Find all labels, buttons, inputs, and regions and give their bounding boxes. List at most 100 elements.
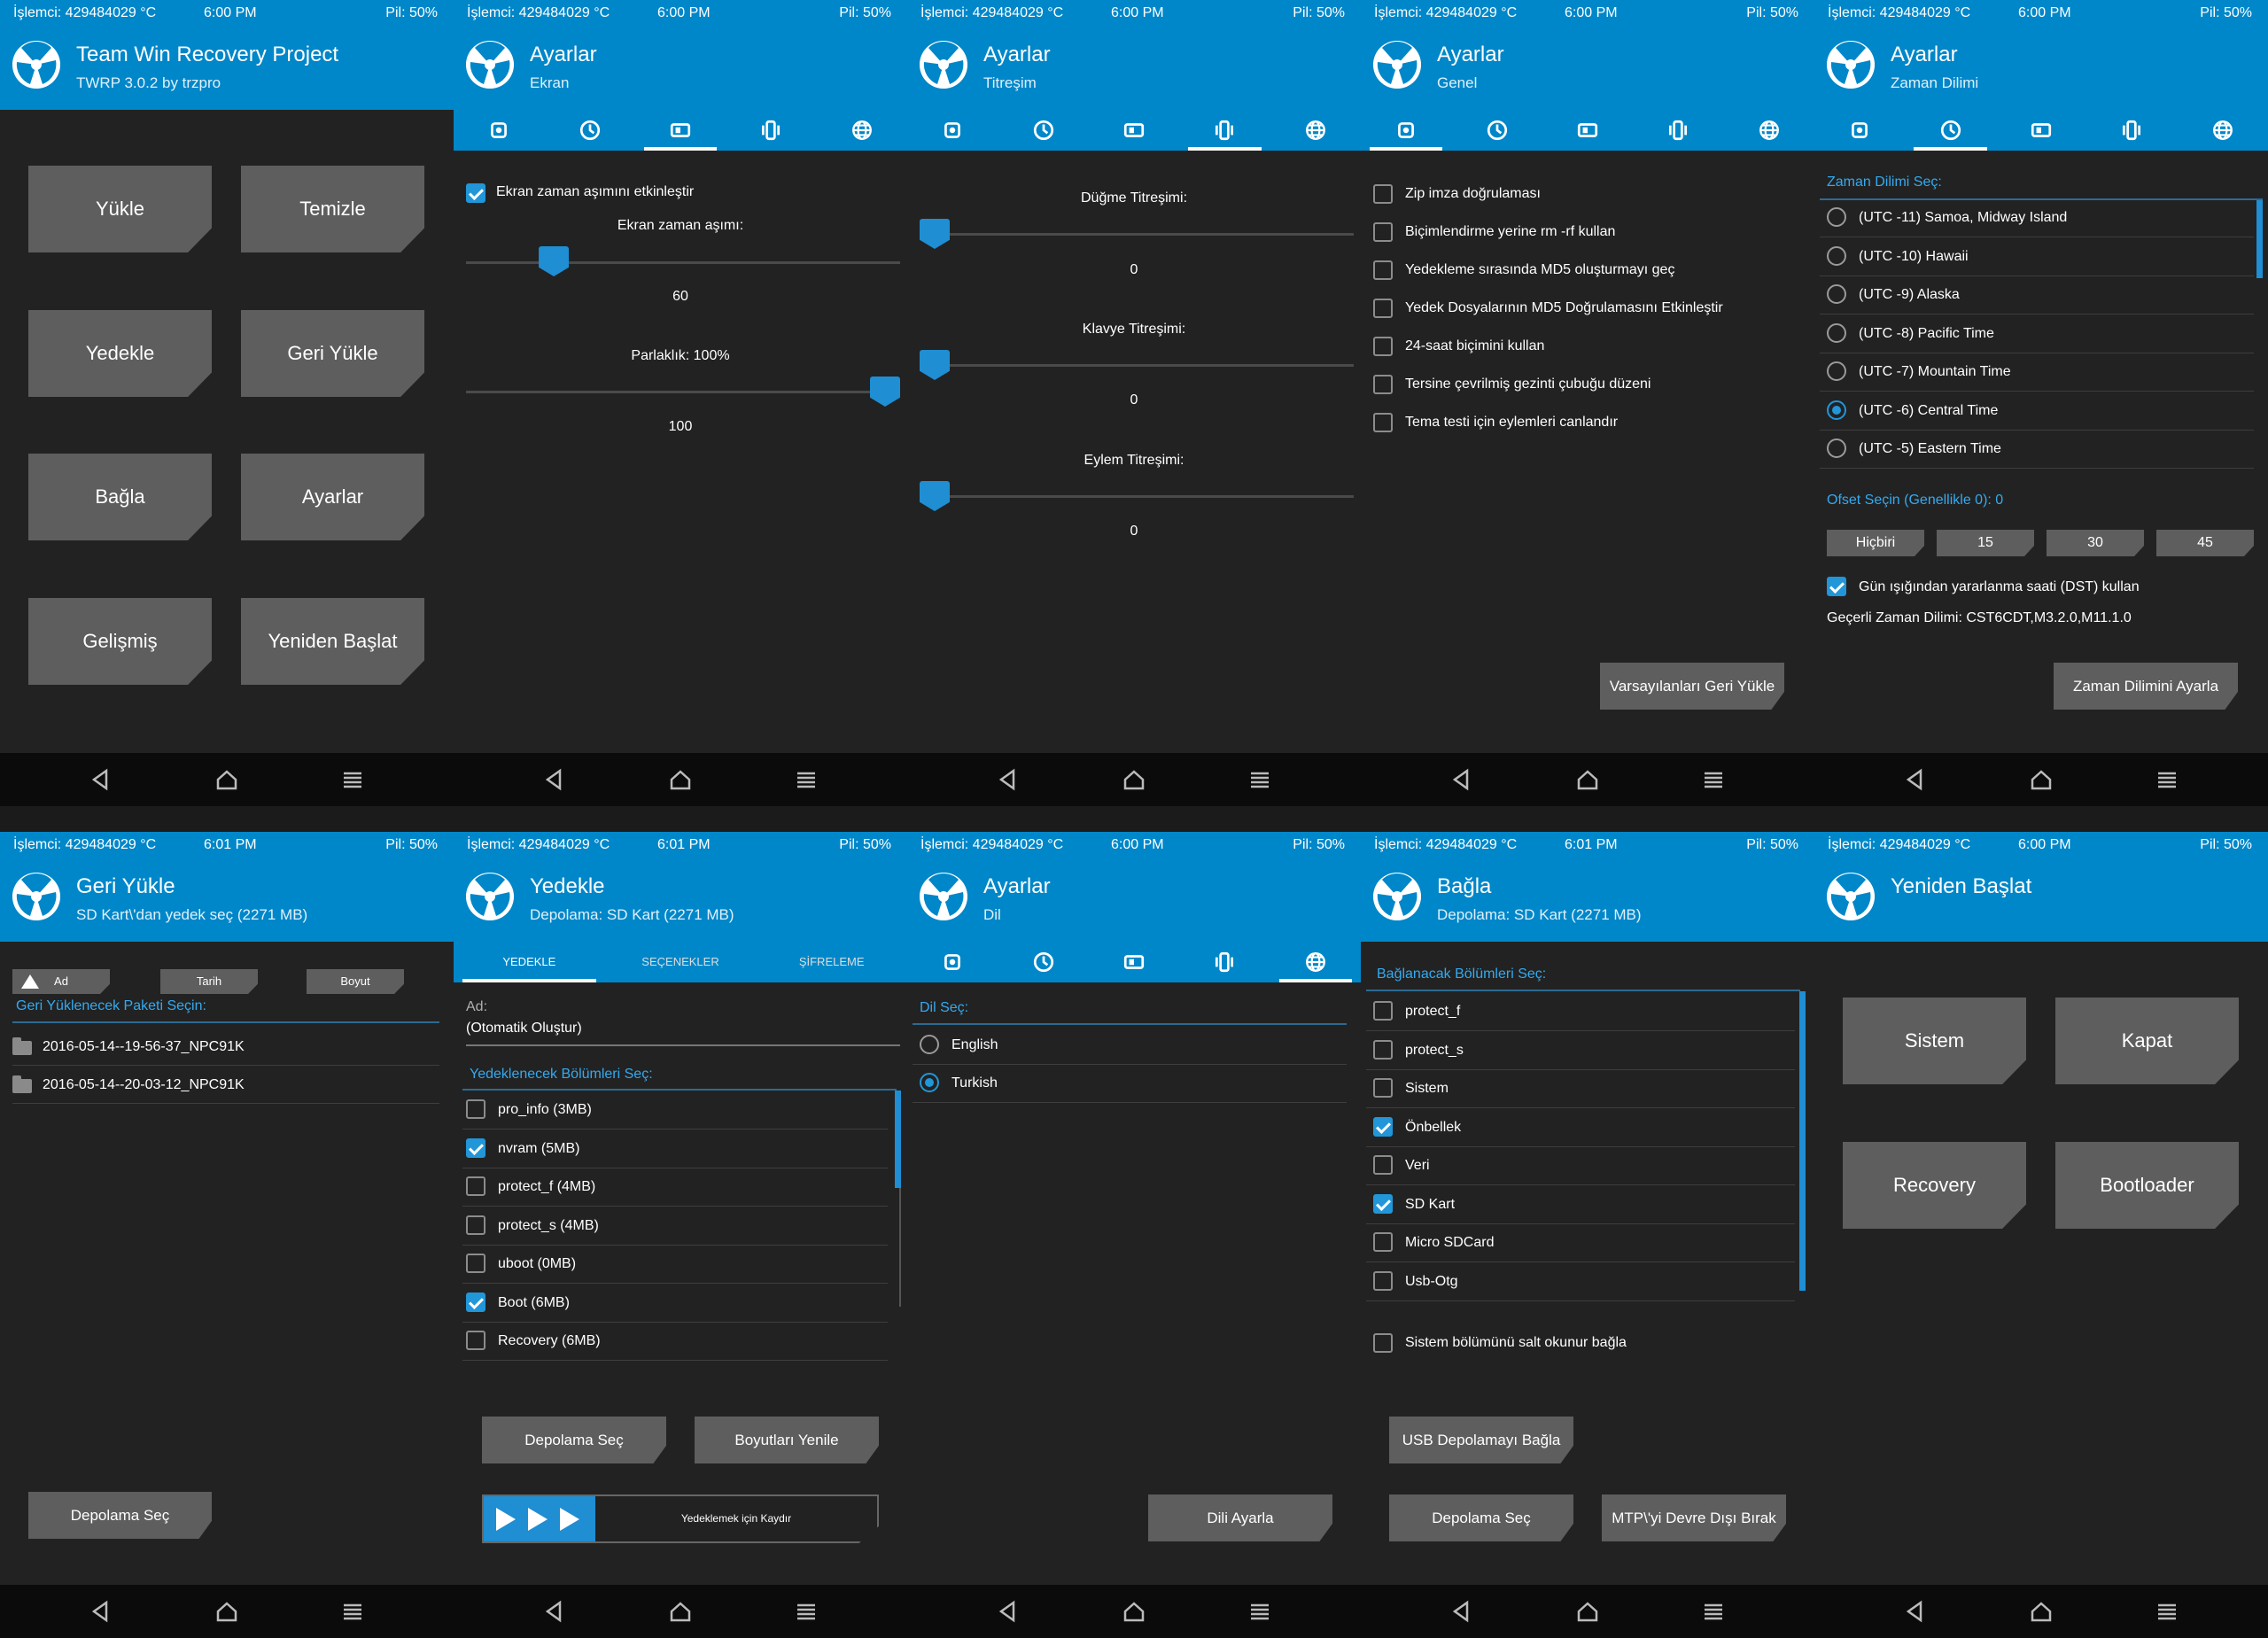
24h-checkbox[interactable] [1373, 337, 1393, 356]
tab-screen[interactable] [1089, 110, 1179, 151]
mount-checkbox[interactable] [1373, 1270, 1393, 1291]
settings-button[interactable]: Ayarlar [241, 454, 424, 540]
nav-back-icon[interactable] [994, 1597, 1022, 1626]
tab-screen[interactable] [1089, 942, 1179, 982]
restore-defaults-button[interactable]: Varsayılanları Geri Yükle [1600, 663, 1784, 710]
timezone-radio[interactable] [1827, 322, 1846, 343]
nav-menu-icon[interactable] [1699, 1597, 1728, 1626]
partition-scrollbar[interactable] [895, 1091, 901, 1188]
tab-general[interactable] [907, 942, 998, 982]
nav-back-icon[interactable] [1448, 765, 1476, 794]
timeout-checkbox[interactable] [466, 183, 485, 203]
inverted-nav-checkbox[interactable] [1373, 375, 1393, 394]
set-language-button[interactable]: Dili Ayarla [1148, 1494, 1332, 1541]
tab-vibration[interactable] [2086, 110, 2177, 151]
language-turkish[interactable]: Turkish [951, 1075, 998, 1091]
select-storage-button[interactable]: Depolama Seç [28, 1492, 212, 1539]
tab-backup[interactable]: YEDEKLE [454, 942, 605, 982]
timezone-item[interactable]: (UTC -10) Hawaii [1859, 249, 1969, 265]
tab-general[interactable] [1361, 110, 1451, 151]
nav-menu-icon[interactable] [338, 1597, 367, 1626]
nav-back-icon[interactable] [1448, 1597, 1476, 1626]
offset-30-button[interactable]: 30 [2047, 530, 2144, 556]
tab-language[interactable] [1724, 110, 1814, 151]
button-vibration-knob[interactable] [920, 219, 950, 249]
partition-checkbox[interactable] [466, 1215, 485, 1235]
nav-menu-icon[interactable] [2153, 1597, 2181, 1626]
mount-scrollbar[interactable] [1799, 991, 1806, 1291]
partition-checkbox[interactable] [466, 1331, 485, 1350]
timezone-item[interactable]: (UTC -8) Pacific Time [1859, 326, 1994, 342]
timezone-radio[interactable] [1827, 245, 1846, 266]
tab-options[interactable]: SEÇENEKLER [605, 942, 757, 982]
brightness-slider-track[interactable] [466, 391, 900, 393]
nav-menu-icon[interactable] [1246, 1597, 1274, 1626]
language-english[interactable]: English [951, 1037, 998, 1053]
nav-back-icon[interactable] [1901, 1597, 1930, 1626]
nav-menu-icon[interactable] [792, 1597, 820, 1626]
skip-md5-checkbox[interactable] [1373, 260, 1393, 280]
offset-45-button[interactable]: 45 [2156, 530, 2254, 556]
tab-screen[interactable] [635, 110, 726, 151]
swipe-handle[interactable] [484, 1496, 595, 1541]
tab-timezone[interactable] [998, 942, 1088, 982]
timezone-radio[interactable] [1827, 361, 1846, 381]
timeout-slider-knob[interactable] [539, 246, 570, 276]
refresh-sizes-button[interactable]: Boyutları Yenile [695, 1417, 879, 1463]
sort-name-button[interactable]: Ad [12, 969, 110, 994]
timeout-slider-track[interactable] [466, 261, 900, 264]
nav-home-icon[interactable] [1573, 1597, 1602, 1626]
mount-checkbox[interactable] [1373, 1155, 1393, 1175]
tab-language[interactable] [817, 110, 907, 151]
dst-checkbox[interactable] [1827, 577, 1846, 596]
nav-home-icon[interactable] [1573, 765, 1602, 794]
timezone-item[interactable]: (UTC -5) Eastern Time [1859, 441, 2001, 457]
nav-back-icon[interactable] [540, 1597, 569, 1626]
keyboard-vibration-track[interactable] [920, 364, 1354, 367]
name-input[interactable]: (Otomatik Oluştur) [466, 1021, 582, 1036]
partition-checkbox[interactable] [466, 1176, 485, 1196]
swipe-track[interactable]: Yedeklemek için Kaydır [482, 1494, 879, 1543]
nav-home-icon[interactable] [666, 1597, 695, 1626]
nav-menu-icon[interactable] [1699, 765, 1728, 794]
restore-button[interactable]: Geri Yükle [241, 310, 424, 397]
mount-checkbox[interactable] [1373, 1116, 1393, 1137]
timezone-radio[interactable] [1827, 284, 1846, 304]
reboot-system-button[interactable]: Sistem [1843, 998, 2026, 1084]
tab-language[interactable] [2178, 110, 2268, 151]
power-off-button[interactable]: Kapat [2055, 998, 2239, 1084]
nav-back-icon[interactable] [1901, 765, 1930, 794]
nav-home-icon[interactable] [213, 1597, 241, 1626]
md5-verify-checkbox[interactable] [1373, 299, 1393, 318]
timezone-radio[interactable] [1827, 439, 1846, 458]
mount-checkbox[interactable] [1373, 1232, 1393, 1252]
tab-vibration[interactable] [1179, 110, 1270, 151]
nav-menu-icon[interactable] [338, 765, 367, 794]
disable-mtp-button[interactable]: MTP\'yi Devre Dışı Bırak [1602, 1494, 1786, 1541]
mount-button[interactable]: Bağla [28, 454, 212, 540]
button-vibration-track[interactable] [920, 233, 1354, 236]
brightness-slider-knob[interactable] [870, 377, 900, 407]
mount-checkbox[interactable] [1373, 1078, 1393, 1098]
tab-vibration[interactable] [726, 110, 816, 151]
select-storage-button[interactable]: Depolama Seç [482, 1417, 666, 1463]
timezone-radio[interactable] [1827, 207, 1846, 227]
tab-timezone[interactable] [544, 110, 634, 151]
partition-checkbox[interactable] [466, 1137, 485, 1158]
nav-home-icon[interactable] [1120, 1597, 1148, 1626]
nav-home-icon[interactable] [213, 765, 241, 794]
backup-folder-2[interactable]: 2016-05-14--20-03-12_NPC91K [43, 1077, 245, 1093]
offset-none-button[interactable]: Hiçbiri [1827, 530, 1924, 556]
tab-screen[interactable] [1542, 110, 1633, 151]
wipe-button[interactable]: Temizle [241, 166, 424, 252]
tab-screen[interactable] [1996, 110, 2086, 151]
backup-button[interactable]: Yedekle [28, 310, 212, 397]
zip-verify-checkbox[interactable] [1373, 184, 1393, 204]
tab-language[interactable] [1270, 942, 1361, 982]
reboot-button[interactable]: Yeniden Başlat [241, 598, 424, 685]
partition-checkbox[interactable] [466, 1292, 485, 1312]
mount-checkbox[interactable] [1373, 1001, 1393, 1021]
tab-language[interactable] [1270, 110, 1361, 151]
mount-checkbox[interactable] [1373, 1039, 1393, 1060]
nav-home-icon[interactable] [666, 765, 695, 794]
